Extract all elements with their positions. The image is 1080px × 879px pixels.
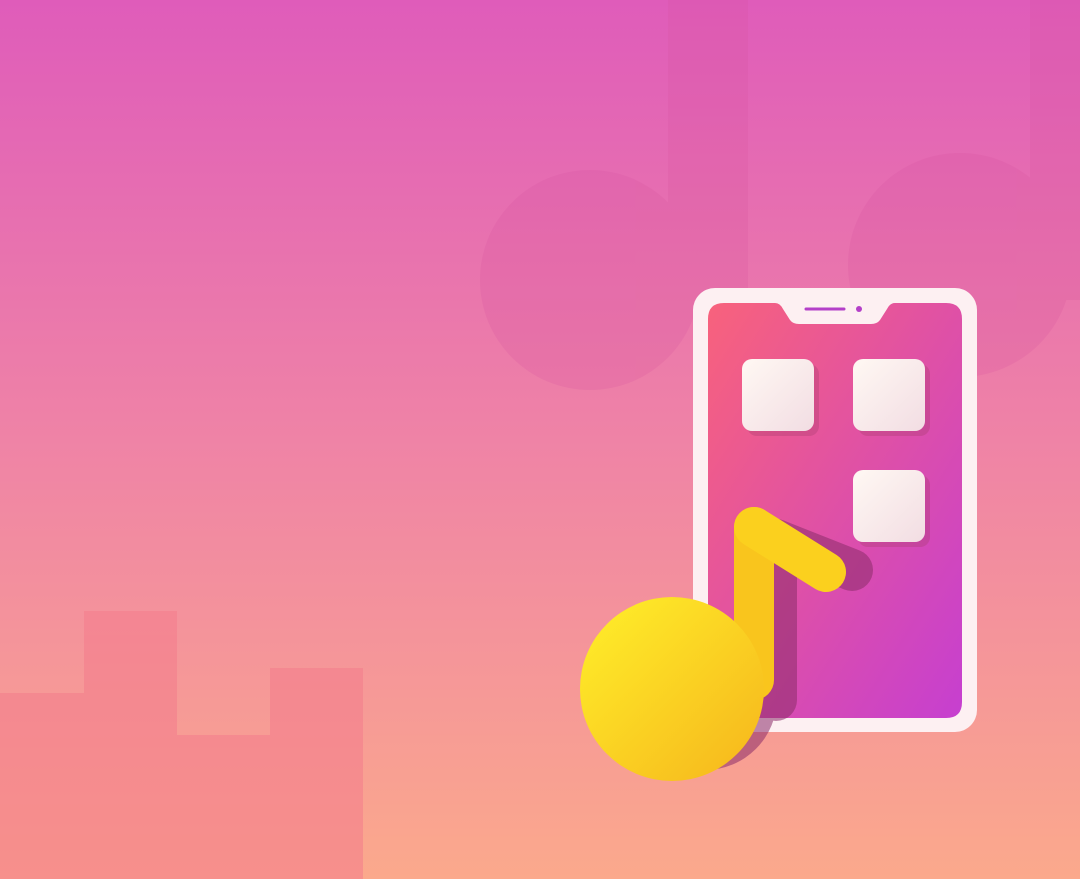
phone-camera [856,306,862,312]
app-tile-icon [853,470,925,542]
illustration-canvas [0,0,1080,879]
app-tile-icon [742,359,814,431]
app-tile-icon [853,359,925,431]
music-app-illustration [0,0,1080,879]
